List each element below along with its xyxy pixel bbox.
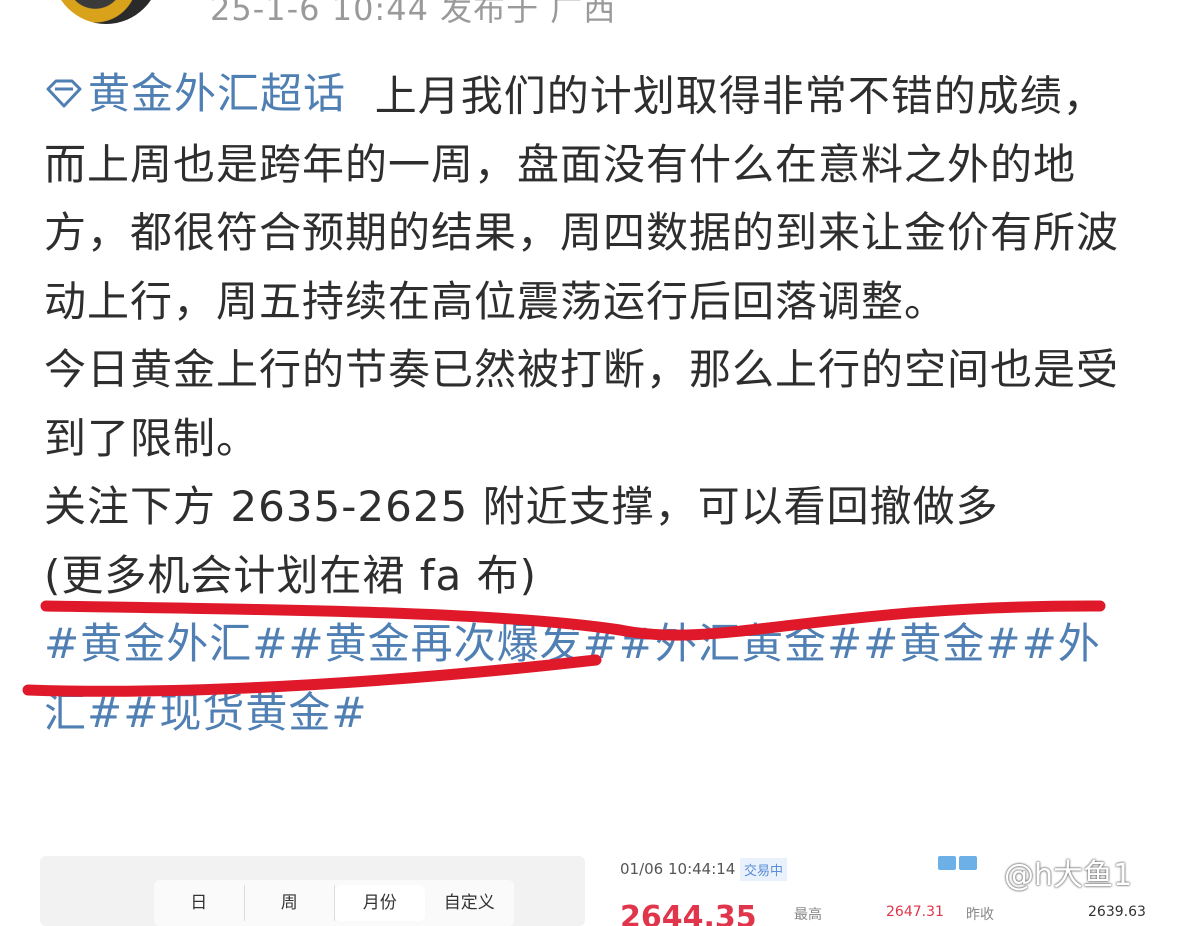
trading-status-badge: 交易中	[740, 858, 788, 881]
hashtag[interactable]: #黄金外汇#	[44, 619, 288, 668]
diamond-icon	[46, 79, 82, 108]
hashtag[interactable]: #黄金再次爆发#	[288, 619, 618, 668]
post-meta: 25-1-6 10:44 发布于 广西	[210, 0, 617, 26]
paragraph-1: 黄金外汇超话 上月我们的计划取得非常不错的成绩，而上周也是跨年的一周，盘面没有什…	[44, 60, 1134, 336]
high-label: 最高	[794, 907, 822, 923]
avatar[interactable]	[52, 0, 160, 24]
hashtag-list: #黄金外汇##黄金再次爆发##外汇黄金##黄金##外汇##现货黄金#	[44, 610, 1134, 747]
chart-preview[interactable]: 日 周 月份 自定义	[40, 856, 585, 926]
tab-week[interactable]: 周	[245, 885, 335, 921]
paragraph-4: (更多机会计划在裙 fa 布)	[44, 550, 537, 600]
paragraph-3: 关注下方 2635-2625 附近支撑，可以看回撤做多	[44, 482, 999, 532]
quote-price: 2644.35	[620, 900, 757, 926]
level-icon	[938, 856, 956, 870]
tab-custom[interactable]: 自定义	[425, 885, 515, 921]
tab-month[interactable]: 月份	[335, 885, 425, 921]
watermark: @h大鱼1	[1004, 858, 1133, 893]
topic-label[interactable]: 黄金外汇超话	[88, 60, 346, 129]
post-header: 25-1-6 10:44 发布于 广西	[0, 0, 1179, 26]
hashtag[interactable]: #外汇黄金#	[619, 619, 863, 668]
prev-close-value: 2639.63	[1088, 904, 1146, 920]
hashtag[interactable]: #黄金#	[863, 619, 1021, 668]
prev-close-label: 昨收	[966, 907, 994, 923]
topic-link[interactable]: 黄金外汇超话	[44, 60, 346, 129]
quote-time: 01/06 10:44:14	[620, 860, 736, 878]
level-icon	[959, 856, 977, 870]
high-value: 2647.31	[886, 904, 944, 920]
hashtag[interactable]: #现货黄金#	[123, 688, 367, 737]
quote-icons	[938, 856, 977, 870]
post-body: 黄金外汇超话 上月我们的计划取得非常不错的成绩，而上周也是跨年的一周，盘面没有什…	[44, 60, 1134, 747]
paragraph-2: 今日黄金上行的节奏已然被打断，那么上行的空间也是受到了限制。	[44, 345, 1120, 463]
period-tabs: 日 周 月份 自定义	[154, 880, 514, 926]
tab-day[interactable]: 日	[154, 885, 245, 921]
